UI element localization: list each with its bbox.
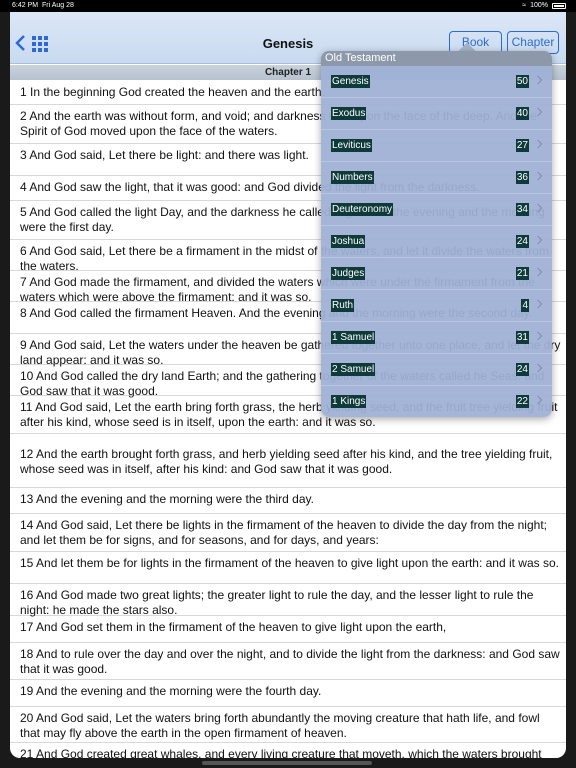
verse-row[interactable]: 12 And the earth brought forth grass, an… <box>10 434 566 488</box>
battery-icon <box>552 2 566 9</box>
verse-text: 18 And to rule over the day and over the… <box>20 647 560 676</box>
verse-row[interactable]: 17 And God set them in the firmament of … <box>10 616 566 643</box>
chevron-right-icon <box>533 75 543 85</box>
book-row-genesis[interactable]: Genesis 50 <box>321 66 552 98</box>
book-chapter-count: 24 <box>515 235 529 248</box>
book-row-deuteronomy[interactable]: Deuteronomy 34 <box>321 194 552 226</box>
book-name: Leviticus <box>331 139 372 152</box>
chevron-right-icon <box>533 171 543 181</box>
battery-percent: 100% <box>530 2 548 9</box>
book-name: 2 Samuel <box>331 363 376 376</box>
status-right: ≈ 100% <box>522 2 566 9</box>
book-chapter-count: 34 <box>515 203 529 216</box>
verse-text: 16 And God made two great lights; the gr… <box>20 588 534 617</box>
home-indicator[interactable] <box>202 761 372 765</box>
book-chapter-count: 27 <box>515 139 529 152</box>
book-row-exodus[interactable]: Exodus 40 <box>321 98 552 130</box>
verse-text: 14 And God said, Let there be lights in … <box>20 518 547 547</box>
popover-header: Old Testament <box>321 51 552 66</box>
book-name: Numbers <box>331 171 374 184</box>
book-row-judges[interactable]: Judges 21 <box>321 258 552 290</box>
verse-row[interactable]: 20 And God said, Let the waters bring fo… <box>10 707 566 743</box>
chevron-right-icon <box>533 331 543 341</box>
verse-text: 13 And the evening and the morning were … <box>20 492 314 506</box>
chevron-right-icon <box>533 363 543 373</box>
verse-text: 12 And the earth brought forth grass, an… <box>20 447 553 476</box>
verse-row[interactable]: 13 And the evening and the morning were … <box>10 488 566 514</box>
book-name: Joshua <box>331 235 366 248</box>
book-name: Deuteronomy <box>331 203 394 216</box>
verse-text: 20 And God said, Let the waters bring fo… <box>20 711 540 740</box>
verse-row[interactable]: 19 And the evening and the morning were … <box>10 680 566 707</box>
book-name: Judges <box>331 267 366 280</box>
verse-row[interactable]: 15 And let them be for lights in the fir… <box>10 552 566 584</box>
status-time: 6:42 PM Fri Aug 28 <box>12 2 74 9</box>
book-chapter-count: 22 <box>515 395 529 408</box>
book-row-numbers[interactable]: Numbers 36 <box>321 162 552 194</box>
book-chapter-count: 31 <box>515 331 529 344</box>
verse-row[interactable]: 18 And to rule over the day and over the… <box>10 643 566 680</box>
chevron-right-icon <box>533 235 543 245</box>
book-chapter-count: 24 <box>515 363 529 376</box>
chevron-right-icon <box>533 267 543 277</box>
book-row-1-samuel[interactable]: 1 Samuel 31 <box>321 322 552 354</box>
wifi-icon: ≈ <box>522 2 527 9</box>
verse-text: 21 And God created great whales, and eve… <box>20 747 542 758</box>
verse-row[interactable]: 21 And God created great whales, and eve… <box>10 743 566 758</box>
book-name: Genesis <box>331 75 370 88</box>
book-name: Exodus <box>331 107 367 120</box>
book-row-joshua[interactable]: Joshua 24 <box>321 226 552 258</box>
book-name: 1 Kings <box>331 395 367 408</box>
book-chapter-count: 50 <box>515 75 529 88</box>
book-row-ruth[interactable]: Ruth 4 <box>321 290 552 322</box>
verse-row[interactable]: 16 And God made two great lights; the gr… <box>10 584 566 617</box>
verse-text: 17 And God set them in the firmament of … <box>20 620 447 634</box>
verse-text: 15 And let them be for lights in the fir… <box>20 556 559 570</box>
book-chapter-count: 36 <box>515 171 529 184</box>
book-name: Ruth <box>331 299 355 312</box>
book-chapter-count: 4 <box>521 299 529 312</box>
book-row-2-samuel[interactable]: 2 Samuel 24 <box>321 354 552 386</box>
chevron-right-icon <box>533 107 543 117</box>
chevron-right-icon <box>533 139 543 149</box>
book-row-leviticus[interactable]: Leviticus 27 <box>321 130 552 162</box>
book-name: 1 Samuel <box>331 331 376 344</box>
book-chapter-count: 21 <box>515 267 529 280</box>
book-picker-popover: Old Testament Genesis 50 Exodus 40 Levitic… <box>321 51 552 417</box>
verse-text: 19 And the evening and the morning were … <box>20 684 322 698</box>
verse-row[interactable]: 14 And God said, Let there be lights in … <box>10 514 566 552</box>
status-bar: 6:42 PM Fri Aug 28 ≈ 100% <box>0 0 576 12</box>
chevron-right-icon <box>533 203 543 213</box>
book-chapter-count: 40 <box>515 107 529 120</box>
app-screen: Genesis Book Chapter Chapter 1 1 In the … <box>10 12 566 758</box>
book-row-1-kings[interactable]: 1 Kings 22 <box>321 386 552 417</box>
chevron-right-icon <box>533 395 543 405</box>
chevron-right-icon <box>533 299 543 309</box>
